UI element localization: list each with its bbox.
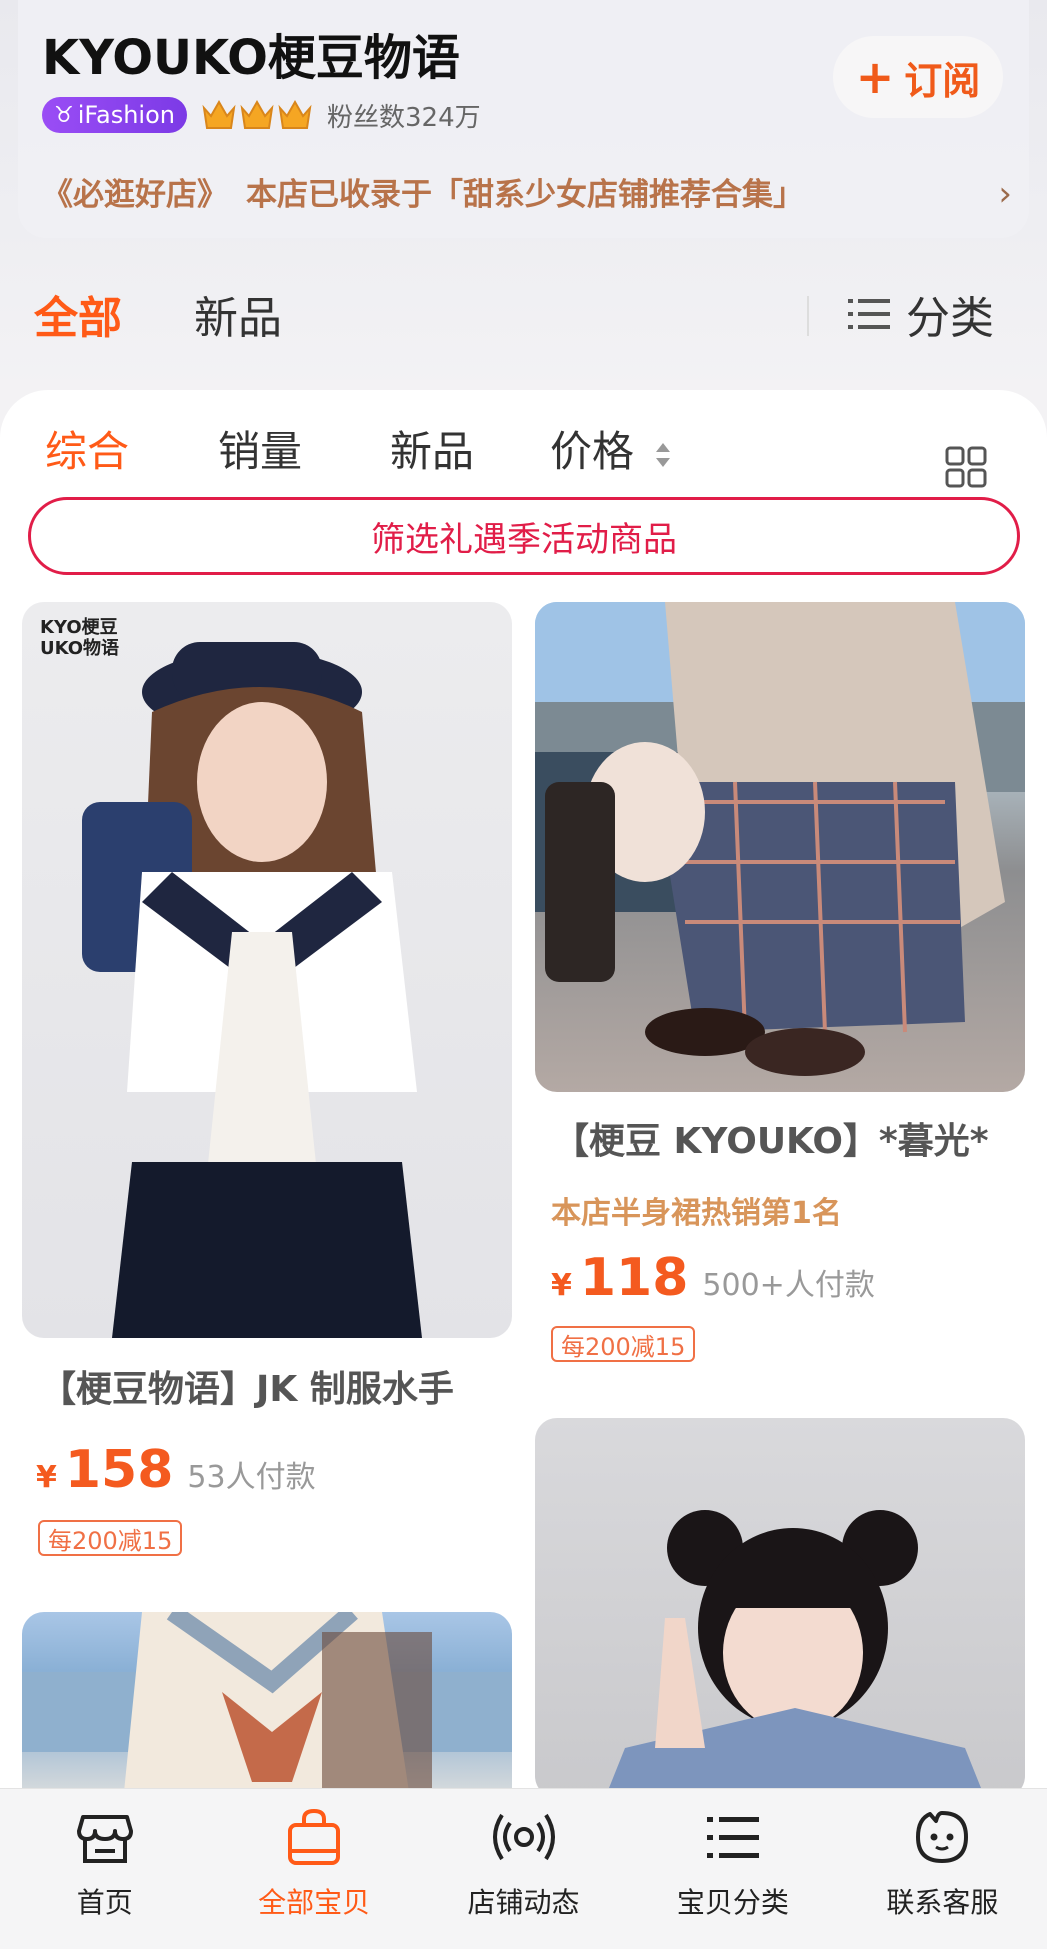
product-image[interactable]: [535, 1418, 1025, 1798]
sort-comprehensive[interactable]: 综合: [45, 418, 129, 479]
nav-home[interactable]: 首页: [0, 1789, 209, 1949]
coupon-badge: 每200减15: [551, 1326, 696, 1362]
shop-meta: ♉ iFashion 粉丝数324万: [42, 96, 481, 134]
price-line: ¥ 118 500+人付款: [551, 1248, 875, 1308]
product-image[interactable]: KYO梗豆 UKO物语: [22, 602, 512, 1338]
nav-all-items[interactable]: 全部宝贝: [209, 1789, 418, 1949]
badge-label: iFashion: [77, 101, 175, 129]
subscribe-button[interactable]: + 订阅: [833, 36, 1003, 118]
currency-symbol: ¥: [36, 1460, 57, 1495]
recommend-text: 本店已收录于「甜系少女店铺推荐合集」: [246, 176, 804, 213]
nav-label: 全部宝贝: [258, 1886, 371, 1919]
service-face-icon: [916, 1811, 969, 1863]
nav-label: 联系客服: [886, 1886, 999, 1919]
sort-sales[interactable]: 销量: [218, 418, 302, 479]
list-icon: [848, 299, 890, 329]
recommend-tag: 《必逛好店》: [42, 176, 228, 213]
product-image[interactable]: [22, 1612, 512, 1812]
sales-rank-label: 本店半身裙热销第1名: [551, 1196, 842, 1231]
product-image[interactable]: [535, 602, 1025, 1092]
nav-label: 店铺动态: [467, 1886, 580, 1919]
product-price: 158: [64, 1440, 174, 1500]
product-photo-sailor: [82, 642, 422, 1338]
product-photo-beach: [22, 1612, 512, 1812]
product-price: 118: [579, 1248, 689, 1308]
sort-bar: 综合 销量 新品 价格: [0, 418, 1047, 488]
shop-name[interactable]: KYOUKO梗豆物语: [42, 18, 460, 88]
bottom-nav: 首页 全部宝贝 店铺动态 宝贝分类 联系客服: [0, 1788, 1047, 1949]
nav-customer-service[interactable]: 联系客服: [838, 1789, 1047, 1949]
crown-icon: [202, 99, 236, 129]
product-photo-girl: [605, 1510, 985, 1798]
product-photo-plaid: [535, 602, 1025, 1076]
ifashion-badge[interactable]: ♉ iFashion: [42, 97, 187, 133]
subscribe-label: 订阅: [904, 58, 981, 103]
store-icon: [76, 1815, 133, 1863]
category-button[interactable]: 分类: [848, 282, 994, 346]
shop-level-crowns: [201, 98, 313, 132]
nav-categories[interactable]: 宝贝分类: [628, 1789, 837, 1949]
broadcast-icon: [492, 1813, 555, 1861]
sort-price-label: 价格: [550, 427, 635, 476]
product-title[interactable]: 【梗豆物语】JK 制服水手: [40, 1360, 454, 1412]
sort-arrows-icon: [656, 442, 671, 467]
sort-price[interactable]: 价格: [550, 418, 673, 479]
tab-all[interactable]: 全部: [34, 282, 122, 346]
fans-count: 粉丝数324万: [327, 102, 481, 133]
currency-symbol: ¥: [551, 1268, 572, 1303]
nav-label: 宝贝分类: [676, 1886, 789, 1919]
nav-label: 首页: [76, 1886, 133, 1919]
sort-new[interactable]: 新品: [390, 418, 474, 479]
coupon-badge: 每200减15: [38, 1520, 183, 1556]
tab-new[interactable]: 新品: [194, 282, 282, 346]
crown-icon: [278, 99, 312, 129]
nav-store-feed[interactable]: 店铺动态: [419, 1789, 628, 1949]
top-tabs: 全部 新品 分类: [34, 282, 1014, 352]
plus-icon: +: [855, 50, 895, 104]
grid-view-icon[interactable]: [945, 446, 987, 488]
filter-promo-button[interactable]: 筛选礼遇季活动商品: [28, 497, 1020, 575]
divider: [807, 296, 809, 336]
buyer-count: 53人付款: [187, 1460, 316, 1495]
product-title[interactable]: 【梗豆 KYOUKO】*暮光*: [553, 1112, 989, 1164]
bag-icon: ♉: [54, 102, 74, 128]
chevron-right-icon: ›: [998, 174, 1012, 214]
category-label: 分类: [906, 293, 994, 344]
crown-icon: [240, 99, 274, 129]
recommend-banner[interactable]: 《必逛好店》 本店已收录于「甜系少女店铺推荐合集」 ›: [42, 168, 1012, 214]
buyer-count: 500+人付款: [702, 1268, 875, 1303]
shopping-bag-icon: [288, 1808, 341, 1865]
list-icon: [706, 1817, 759, 1858]
price-line: ¥ 158 53人付款: [36, 1440, 316, 1500]
